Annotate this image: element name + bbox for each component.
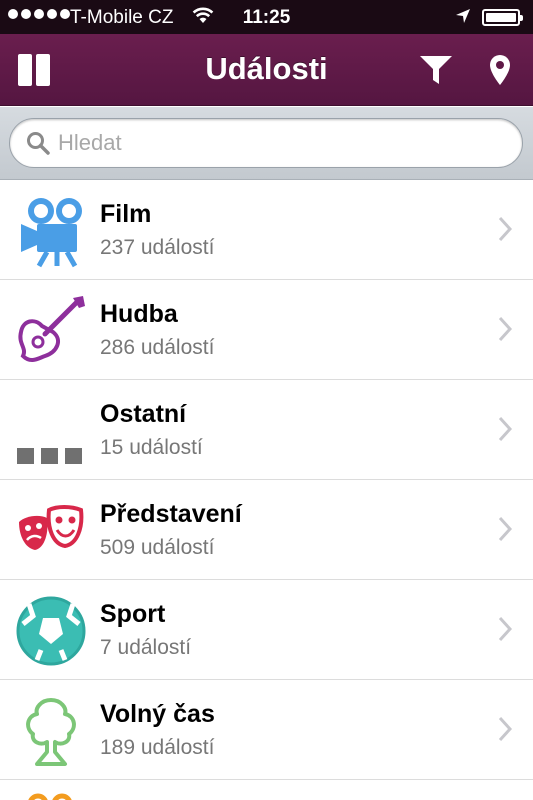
- location-button[interactable]: [478, 34, 522, 106]
- event-count: 286 událostí: [100, 336, 215, 359]
- filter-button[interactable]: [410, 34, 462, 106]
- theater-masks-icon: [12, 494, 90, 568]
- list-item-volny-cas[interactable]: Volný čas 189 událostí: [0, 680, 533, 780]
- list-item-film[interactable]: Film 237 událostí: [0, 180, 533, 280]
- guitar-icon: [12, 294, 90, 368]
- clock: 11:25: [242, 7, 291, 28]
- category-title: Volný čas: [100, 700, 215, 728]
- navigation-bar: Události: [0, 34, 533, 106]
- search-icon: [27, 132, 50, 155]
- battery-icon: [482, 9, 523, 26]
- film-camera-icon: [12, 194, 90, 268]
- category-title: Sport: [100, 600, 166, 628]
- category-title: Hudba: [100, 300, 178, 328]
- search-input[interactable]: [58, 119, 498, 166]
- list-item-partial[interactable]: [0, 780, 533, 800]
- list-item-ostatni[interactable]: Ostatní 15 událostí: [0, 380, 533, 480]
- category-title: Film: [100, 200, 152, 228]
- location-arrow-icon: [455, 8, 471, 30]
- event-count: 237 událostí: [100, 236, 215, 259]
- event-count: 15 událostí: [100, 436, 203, 459]
- event-count: 189 událostí: [100, 736, 215, 759]
- chevron-right-icon: [498, 716, 513, 742]
- search-bar: [0, 107, 533, 180]
- sidebar-menu-button[interactable]: [8, 34, 60, 106]
- sidebar-menu-icon: [18, 54, 50, 86]
- category-title: Představení: [100, 500, 242, 528]
- filter-icon: [420, 56, 452, 84]
- list-item-hudba[interactable]: Hudba 286 událostí: [0, 280, 533, 380]
- chevron-right-icon: [498, 416, 513, 442]
- search-field[interactable]: [9, 118, 523, 168]
- tree-icon: [12, 694, 90, 768]
- partial-category-icon: [28, 793, 72, 800]
- list-item-predstaveni[interactable]: Představení 509 událostí: [0, 480, 533, 580]
- three-squares-icon: [12, 394, 90, 468]
- list-item-sport[interactable]: Sport 7 událostí: [0, 580, 533, 680]
- chevron-right-icon: [498, 616, 513, 642]
- soccer-ball-icon: [12, 594, 90, 668]
- chevron-right-icon: [498, 316, 513, 342]
- event-count: 7 událostí: [100, 636, 192, 659]
- chevron-right-icon: [498, 216, 513, 242]
- event-count: 509 událostí: [100, 536, 215, 559]
- chevron-right-icon: [498, 516, 513, 542]
- status-bar: T-Mobile CZ 11:25: [0, 0, 533, 34]
- category-list: Film 237 událostí Hudba 286 událostí Ost…: [0, 180, 533, 800]
- location-pin-icon: [490, 55, 510, 85]
- category-title: Ostatní: [100, 400, 187, 428]
